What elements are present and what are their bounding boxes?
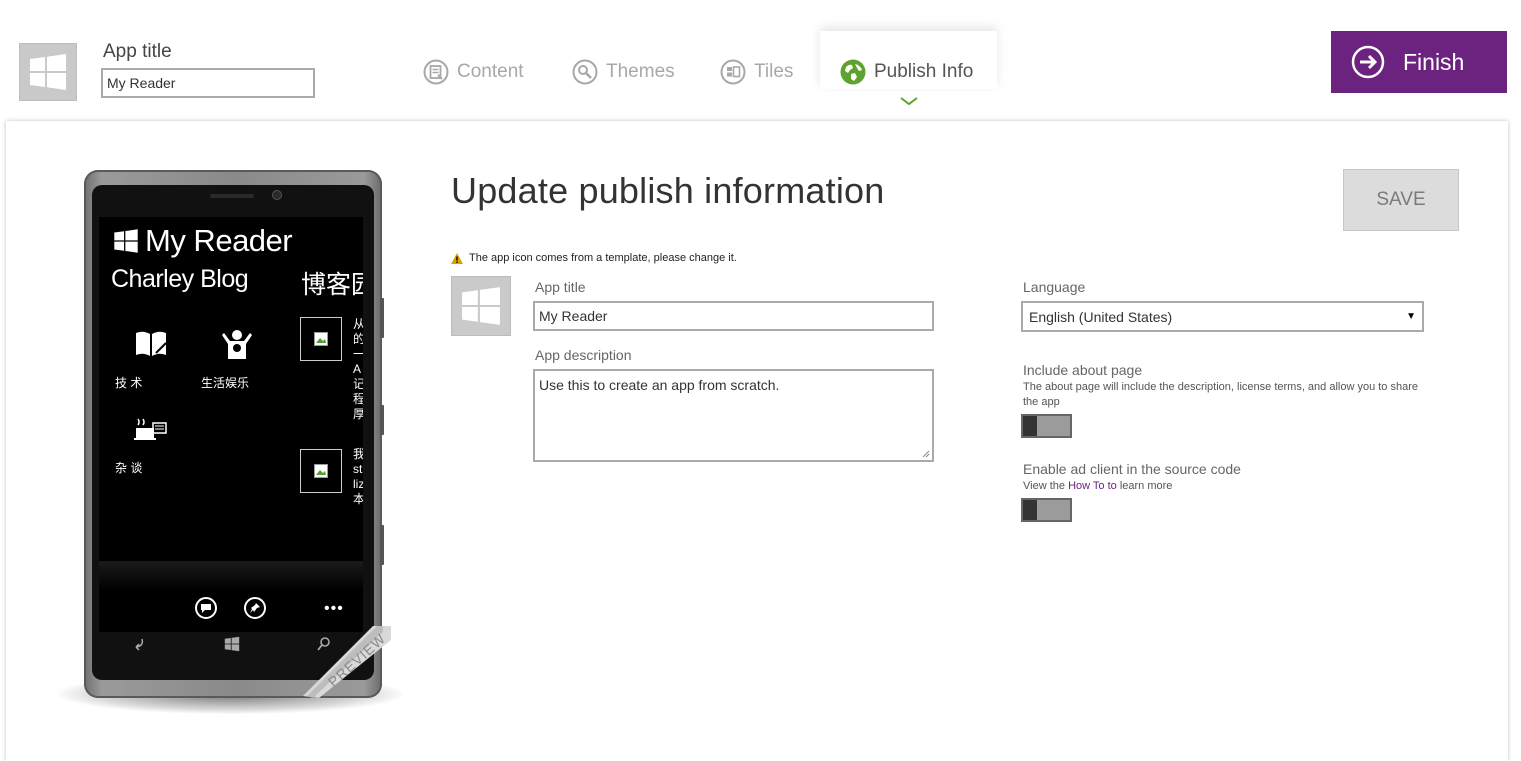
finish-button[interactable]: Finish	[1331, 31, 1507, 93]
tab-themes-label: Themes	[606, 61, 675, 82]
phone-camera	[272, 190, 282, 200]
comment-icon	[195, 597, 217, 619]
post-thumbnail	[300, 317, 342, 361]
chevron-down-icon	[900, 97, 918, 106]
tab-content-label: Content	[457, 61, 524, 82]
about-page-toggle[interactable]	[1021, 414, 1072, 438]
preview-category-title-2: 博客园	[301, 271, 363, 299]
preview-item-label: 杂 谈	[115, 461, 143, 475]
camera-key	[380, 525, 384, 565]
ad-desc-prefix: View the	[1023, 480, 1065, 492]
windows-logo-icon	[462, 287, 500, 325]
phone-screen: My Reader Charley Blog 博客园 技 术 生活娱乐 杂 谈	[99, 217, 363, 632]
warning-icon	[451, 252, 463, 264]
preview-item-label: 生活娱乐	[201, 376, 250, 390]
tab-publish-info[interactable]: Publish Info	[840, 55, 973, 89]
tab-tiles-label: Tiles	[754, 61, 794, 82]
preview-app-title: My Reader	[113, 223, 293, 259]
more-icon: •••	[324, 600, 344, 617]
post-snippet: 从的一A记程厚	[353, 317, 363, 421]
app-title-input[interactable]	[533, 301, 934, 331]
post-snippet: 我 st liz 本	[353, 447, 363, 506]
app-description-label: App description	[535, 347, 632, 363]
header-app-title-label: App title	[103, 41, 172, 62]
ad-desc-suffix: learn more	[1119, 480, 1173, 492]
windows-logo-icon	[30, 54, 66, 90]
preview-ribbon: PREVIEW	[303, 626, 393, 698]
about-page-description: The about page will include the descript…	[1023, 381, 1419, 408]
arrow-right-circle-icon	[1351, 45, 1385, 79]
resize-grip-icon[interactable]	[922, 450, 930, 458]
header-app-title-input[interactable]	[101, 68, 315, 98]
person-cheer-icon	[222, 330, 252, 359]
windows-logo-icon	[224, 636, 240, 652]
preview-category-title: Charley Blog	[111, 265, 249, 293]
language-select[interactable]: English (United States) ▼	[1021, 301, 1424, 332]
app-title-label: App title	[535, 279, 586, 295]
finish-label: Finish	[1403, 48, 1465, 75]
ad-client-toggle[interactable]	[1021, 498, 1072, 522]
save-button[interactable]: SAVE	[1343, 169, 1459, 231]
globe-icon	[840, 59, 866, 85]
tiles-icon	[720, 59, 746, 85]
tab-tiles[interactable]: Tiles	[720, 55, 793, 89]
volume-key	[380, 298, 384, 338]
tab-publish-info-label: Publish Info	[874, 61, 974, 82]
back-icon	[135, 638, 144, 651]
icon-warning: The app icon comes from a template, plea…	[451, 252, 737, 264]
app-icon-thumbnail[interactable]	[19, 43, 77, 101]
broken-image-icon	[314, 464, 328, 478]
app-description-textarea[interactable]: Use this to create an app from scratch.	[533, 369, 934, 462]
tab-themes[interactable]: Themes	[572, 55, 675, 89]
ad-client-label: Enable ad client in the source code	[1023, 461, 1241, 477]
themes-icon	[572, 59, 598, 85]
pin-icon	[244, 597, 266, 619]
toggle-knob	[1023, 500, 1037, 520]
dropdown-arrow-icon: ▼	[1406, 311, 1416, 322]
power-key	[380, 405, 384, 435]
app-description-value: Use this to create an app from scratch.	[539, 377, 780, 393]
page-title: Update publish information	[451, 170, 885, 211]
app-icon-upload[interactable]	[451, 276, 511, 336]
book-icon	[136, 331, 167, 356]
broken-image-icon	[314, 332, 328, 346]
about-page-label: Include about page	[1023, 362, 1143, 378]
windows-logo-icon	[114, 229, 138, 253]
app-bar-fade	[99, 561, 363, 591]
ad-client-description: View the How To to learn more	[1023, 479, 1172, 494]
how-to-link[interactable]: How To to	[1068, 480, 1117, 492]
preview-item-label: 技 术	[115, 376, 143, 390]
warning-text: The app icon comes from a template, plea…	[469, 252, 737, 264]
post-thumbnail	[300, 449, 342, 493]
phone-speaker	[210, 194, 254, 198]
coffee-icon	[134, 418, 167, 440]
tab-content[interactable]: Content	[423, 55, 524, 89]
content-icon	[423, 59, 449, 85]
language-value: English (United States)	[1029, 308, 1173, 325]
toggle-knob	[1023, 416, 1037, 436]
language-label: Language	[1023, 279, 1086, 295]
preview-app-name: My Reader	[145, 223, 293, 258]
